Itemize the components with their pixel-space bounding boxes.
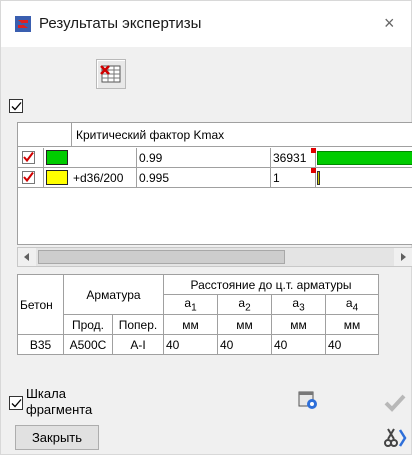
row-checkbox[interactable]: [22, 171, 35, 184]
row-color-swatch[interactable]: [46, 170, 68, 185]
row-select-cell: [18, 168, 44, 187]
row-name: +d36/200: [71, 168, 137, 187]
row-factor: 0.995: [137, 168, 271, 187]
close-button[interactable]: Закрыть: [15, 425, 99, 450]
results-dialog: Результаты экспертизы × Критический факт…: [0, 0, 412, 455]
settings-button[interactable]: [293, 388, 323, 414]
chevron-right-icon: [401, 253, 406, 261]
row-count: 36931: [271, 148, 316, 167]
cell-beton[interactable]: B35: [17, 334, 64, 355]
unit-mm: мм: [325, 314, 379, 335]
header-a4: a4: [325, 294, 379, 315]
header-prod: Прод.: [63, 314, 113, 335]
row-name: [71, 148, 137, 167]
table-row[interactable]: 0.99 36931: [18, 148, 412, 168]
header-distance: Расстояние до ц.т. арматуры: [163, 274, 379, 295]
cell-prod[interactable]: A500C: [63, 334, 113, 355]
cell-a3[interactable]: 40: [271, 334, 326, 355]
row-bar-fill: [317, 171, 320, 185]
table-row[interactable]: B35 A500C A-I 40 40 40 40: [17, 334, 379, 355]
horizontal-scrollbar[interactable]: [17, 247, 412, 267]
row-bar-fill: [317, 151, 412, 165]
scroll-left-button[interactable]: [18, 248, 36, 266]
grid-header-kmax: Критический фактор Kmax: [71, 123, 412, 147]
unit-mm: мм: [163, 314, 218, 335]
header-a2: a2: [217, 294, 272, 315]
title-bar: Результаты экспертизы ×: [1, 1, 411, 47]
row-select-cell: [18, 148, 44, 167]
scale-label-line1: Шкала: [26, 386, 66, 401]
app-logo-icon: [15, 16, 31, 32]
close-window-button[interactable]: ×: [384, 13, 395, 33]
chevron-left-icon: [24, 253, 29, 261]
header-beton: Бетон: [17, 274, 64, 335]
row-red-marker: [311, 168, 316, 173]
header-a3: a3: [271, 294, 326, 315]
cell-poper[interactable]: A-I: [111, 334, 165, 355]
row-factor: 0.99: [137, 148, 271, 167]
header-poper: Попер.: [111, 314, 165, 335]
show-all-checkbox[interactable]: [9, 99, 23, 113]
row-color-swatch[interactable]: [46, 150, 68, 165]
checkmark-icon: [384, 394, 406, 412]
reinforcement-table: Бетон Арматура Расстояние до ц.т. армату…: [17, 274, 379, 355]
unit-mm: мм: [217, 314, 272, 335]
row-bar: [317, 151, 412, 165]
row-bar: [317, 171, 412, 185]
scroll-thumb[interactable]: [38, 250, 285, 264]
cell-a1[interactable]: 40: [163, 334, 218, 355]
scale-label-line2: фрагмента: [26, 402, 93, 417]
settings-window-icon: [298, 391, 317, 409]
cell-a4[interactable]: 40: [325, 334, 379, 355]
window-title: Результаты экспертизы: [39, 15, 202, 32]
close-button-label: Закрыть: [31, 430, 83, 445]
table-delete-icon: [100, 65, 121, 83]
row-count: 1: [271, 168, 316, 187]
unit-mm: мм: [271, 314, 326, 335]
header-a1: a1: [163, 294, 218, 315]
cell-a2[interactable]: 40: [217, 334, 272, 355]
apply-button[interactable]: [381, 391, 409, 415]
scale-fragment-checkbox[interactable]: [9, 396, 23, 410]
factor-grid: Критический фактор Kmax 0.99 36931 +d36/…: [17, 122, 412, 245]
grid-header-row: Критический фактор Kmax: [18, 123, 412, 147]
scroll-right-button[interactable]: [394, 248, 412, 266]
row-checkbox[interactable]: [22, 151, 35, 164]
delete-table-button[interactable]: [96, 59, 126, 89]
row-red-marker: [311, 148, 316, 153]
table-row[interactable]: +d36/200 0.995 1: [18, 168, 412, 188]
cut-button[interactable]: [381, 425, 409, 451]
scissors-icon: [384, 428, 407, 447]
header-armatura: Арматура: [63, 274, 164, 315]
